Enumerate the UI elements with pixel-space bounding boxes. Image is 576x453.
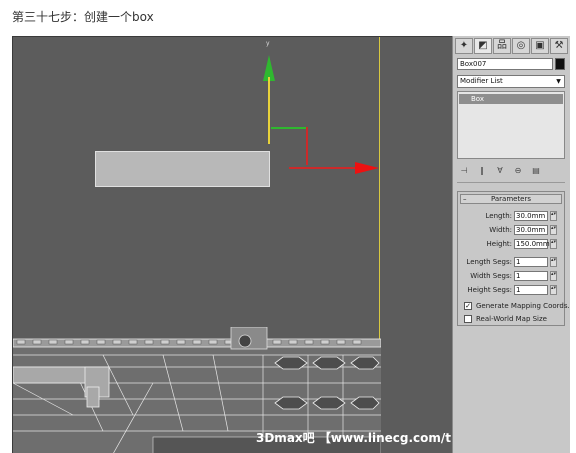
motion-icon[interactable]: ◎: [512, 38, 530, 54]
utilities-icon[interactable]: ⚒: [550, 38, 568, 54]
width-segs-spinner[interactable]: ▴▾: [550, 271, 557, 281]
pin-stack-icon[interactable]: ⊣: [459, 166, 469, 175]
hierarchy-icon[interactable]: 品: [493, 38, 511, 54]
generate-mapping-label: Generate Mapping Coords.: [476, 302, 570, 310]
command-panel-tabs: ✦ ◩ 品 ◎ ▣ ⚒: [455, 38, 568, 54]
create-icon[interactable]: ✦: [455, 38, 473, 54]
modifier-stack[interactable]: Box: [457, 91, 565, 159]
width-spinner[interactable]: ▴▾: [550, 225, 557, 235]
stack-item-box[interactable]: Box: [459, 94, 563, 104]
created-box-object[interactable]: [95, 151, 270, 187]
length-label: Length:: [485, 212, 512, 220]
width-segs-label: Width Segs:: [470, 272, 512, 280]
height-spinner[interactable]: ▴▾: [550, 239, 557, 249]
chevron-down-icon[interactable]: ▼: [554, 77, 563, 86]
real-world-map-checkbox[interactable]: [464, 315, 472, 323]
panel-divider: [457, 182, 565, 183]
width-segs-field[interactable]: 1: [514, 271, 548, 281]
parameters-rollout-header[interactable]: – Parameters: [460, 194, 562, 204]
modifier-list-dropdown[interactable]: Modifier List ▼: [457, 75, 565, 88]
height-segs-label: Height Segs:: [467, 286, 512, 294]
display-icon[interactable]: ▣: [531, 38, 549, 54]
length-segs-field[interactable]: 1: [514, 257, 548, 267]
stack-toolbar: ⊣ ‖ ∀ ⊖ ▤: [459, 163, 565, 177]
object-color-swatch[interactable]: [555, 58, 565, 70]
gizmo-x-axis[interactable]: [289, 167, 359, 169]
collapse-icon: –: [463, 195, 467, 203]
gizmo-xy-plane-red[interactable]: [306, 127, 308, 165]
real-world-map-label: Real-World Map Size: [476, 315, 547, 323]
height-label: Height:: [486, 240, 513, 248]
modifier-list-label: Modifier List: [460, 77, 503, 85]
gizmo-x-arrow-icon[interactable]: [355, 162, 379, 174]
generate-mapping-checkbox[interactable]: ✓: [464, 302, 472, 310]
height-segs-spinner[interactable]: ▴▾: [550, 285, 557, 295]
length-segs-label: Length Segs:: [466, 258, 512, 266]
show-end-result-icon[interactable]: ‖: [477, 166, 487, 175]
parameters-rollout: – Parameters Length: 30.0mm ▴▾ Width: 30…: [457, 191, 570, 326]
width-field[interactable]: 30.0mm: [514, 225, 548, 235]
height-field[interactable]: 150.0mm: [514, 239, 550, 249]
parameters-title: Parameters: [490, 195, 532, 203]
gizmo-xy-plane-green[interactable]: [271, 127, 307, 129]
modify-icon[interactable]: ◩: [474, 38, 492, 54]
height-segs-field[interactable]: 1: [514, 285, 548, 295]
command-panel: ✦ ◩ 品 ◎ ▣ ⚒ Box007 Modifier List ▼ Box ⊣…: [452, 36, 570, 453]
length-segs-spinner[interactable]: ▴▾: [550, 257, 557, 267]
step-caption: 第三十七步：创建一个box: [12, 10, 154, 24]
width-label: Width:: [489, 226, 512, 234]
length-spinner[interactable]: ▴▾: [550, 211, 557, 221]
make-unique-icon[interactable]: ∀: [495, 166, 505, 175]
object-name-field[interactable]: Box007: [457, 58, 553, 70]
length-field[interactable]: 30.0mm: [514, 211, 548, 221]
perspective-viewport[interactable]: y 3Dmax吧 【www.linecg.com/t: [12, 36, 452, 453]
configure-modifier-sets-icon[interactable]: ▤: [531, 166, 541, 175]
watermark-text: 3Dmax吧 【www.linecg.com/tieba/1771】: [256, 431, 452, 445]
gizmo-y-label: y: [266, 40, 270, 47]
remove-modifier-icon[interactable]: ⊖: [513, 166, 523, 175]
gizmo-y-axis[interactable]: [268, 77, 270, 144]
